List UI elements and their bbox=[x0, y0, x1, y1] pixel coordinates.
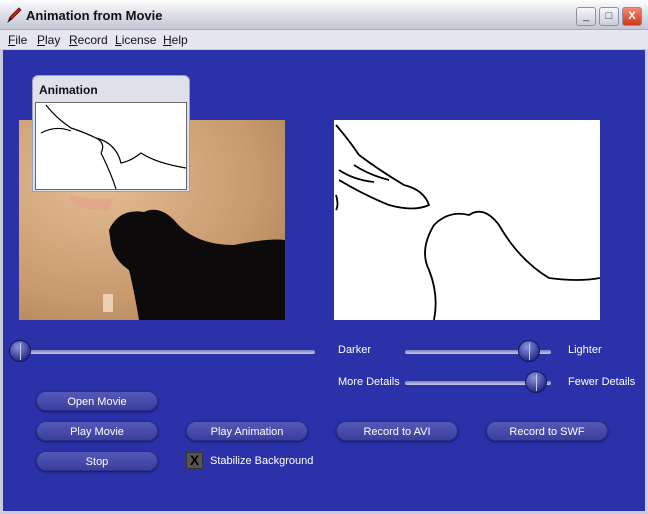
movie-position-knob[interactable] bbox=[9, 340, 31, 362]
line-drawing bbox=[335, 124, 601, 321]
pencil-icon bbox=[7, 7, 22, 24]
menu-file[interactable]: File bbox=[8, 33, 27, 47]
darker-label: Darker bbox=[338, 344, 372, 356]
minimize-button[interactable]: _ bbox=[576, 7, 596, 26]
menu-play[interactable]: Play bbox=[37, 33, 60, 47]
menu-help[interactable]: Help bbox=[163, 33, 188, 47]
open-movie-button[interactable]: Open Movie bbox=[36, 391, 158, 411]
movie-position-slider[interactable] bbox=[20, 350, 315, 354]
popup-title: Animation bbox=[39, 83, 98, 97]
stabilize-background-checkbox[interactable]: X bbox=[186, 452, 203, 469]
preview-drawing bbox=[40, 104, 187, 190]
fewer-details-label: Fewer Details bbox=[568, 376, 636, 388]
play-animation-button[interactable]: Play Animation bbox=[186, 421, 308, 441]
lighter-label: Lighter bbox=[568, 344, 602, 356]
animation-drawing bbox=[334, 120, 601, 321]
animation-preview-window[interactable]: Animation bbox=[32, 75, 190, 192]
more-details-label: More Details bbox=[338, 376, 400, 388]
window-title: Animation from Movie bbox=[26, 8, 163, 23]
stop-button[interactable]: Stop bbox=[36, 451, 158, 471]
title-bar[interactable]: Animation from Movie _ □ X bbox=[0, 0, 648, 30]
stabilize-background-label: Stabilize Background bbox=[210, 455, 314, 467]
close-button[interactable]: X bbox=[622, 7, 642, 26]
brightness-knob[interactable] bbox=[518, 340, 541, 362]
record-swf-button[interactable]: Record to SWF bbox=[486, 421, 608, 441]
menu-license[interactable]: License bbox=[115, 33, 156, 47]
play-movie-button[interactable]: Play Movie bbox=[36, 421, 158, 441]
maximize-button[interactable]: □ bbox=[599, 7, 619, 26]
animation-preview bbox=[35, 102, 187, 190]
record-avi-button[interactable]: Record to AVI bbox=[336, 421, 458, 441]
menu-record[interactable]: Record bbox=[69, 33, 108, 47]
menu-bar: File Play Record License Help bbox=[0, 30, 648, 50]
